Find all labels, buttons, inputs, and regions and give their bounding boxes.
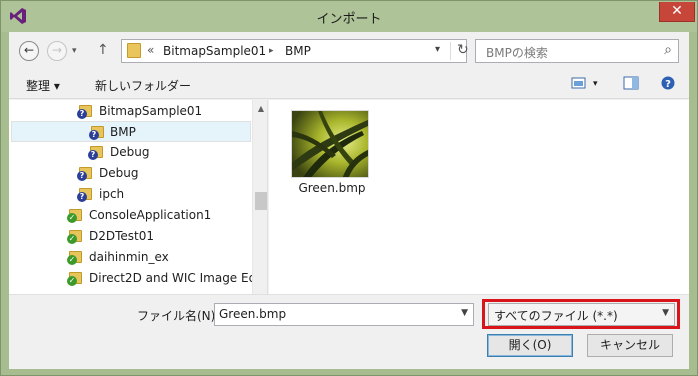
tree-item-label: ConsoleApplication1 <box>89 208 212 222</box>
back-button[interactable]: ← <box>19 41 39 61</box>
tree-item[interactable]: ✓ ConsoleApplication1 <box>67 205 252 226</box>
tree-item-label: ipch <box>99 187 125 201</box>
dialog-footer: ファイル名(N): Green.bmp ▼ すべてのファイル (*.*) ▼ 開… <box>9 294 689 369</box>
breadcrumb-item[interactable]: BMP <box>285 44 311 58</box>
tree-item-label: BitmapSample01 <box>99 104 203 118</box>
filetype-value: すべてのファイル (*.*) <box>494 309 618 323</box>
import-dialog: インポート ✕ ← → ▾ ↑ « BitmapSample01 ▸ BMP ▾… <box>0 0 698 376</box>
tree-item[interactable]: ? BitmapSample01 <box>77 101 252 122</box>
command-bar: 整理 ▾ 新しいフォルダー ▾ ? <box>9 69 689 99</box>
tree-item-label: daihinmin_ex <box>89 250 169 264</box>
tree-item[interactable]: ✓ D2DTest01 <box>67 226 252 247</box>
folder-question-icon: ? <box>88 145 104 160</box>
folder-synced-icon: ✓ <box>67 250 83 265</box>
forward-button[interactable]: → <box>47 41 67 61</box>
filename-input[interactable]: Green.bmp ▼ <box>214 303 474 326</box>
refresh-icon[interactable]: ↻ <box>450 42 469 60</box>
breadcrumb-separator-icon[interactable]: ▸ <box>269 46 274 56</box>
tree-item-label: Debug <box>99 166 139 180</box>
folder-question-icon: ? <box>89 125 105 140</box>
chevron-down-icon[interactable]: ▼ <box>662 308 669 318</box>
scroll-up-icon[interactable]: ▲ <box>253 101 267 117</box>
tree-item[interactable]: ✓ daihinmin_ex <box>67 247 252 268</box>
open-button[interactable]: 開く(O) <box>487 334 573 357</box>
folder-synced-icon: ✓ <box>67 208 83 223</box>
tree-item-label: Debug <box>110 145 150 159</box>
close-button[interactable]: ✕ <box>659 2 695 22</box>
folder-icon <box>127 43 141 58</box>
help-icon[interactable]: ? <box>660 76 676 90</box>
folder-question-icon: ? <box>77 104 93 119</box>
search-input[interactable]: BMPの検索 ⌕ <box>475 39 679 63</box>
address-bar[interactable]: « BitmapSample01 ▸ BMP ▾ ↻ <box>121 39 469 63</box>
folder-synced-icon: ✓ <box>67 271 83 286</box>
tree-item[interactable]: ✓ Direct2D and WIC Image Ed <box>67 268 252 289</box>
folder-question-icon: ? <box>77 166 93 181</box>
organize-menu[interactable]: 整理 ▾ <box>26 77 60 94</box>
new-folder-button[interactable]: 新しいフォルダー <box>95 77 191 94</box>
tree-item-label: BMP <box>110 125 136 139</box>
navigation-tree[interactable]: ? BitmapSample01 ? BMP ? Debug ? Debug ?… <box>9 100 268 294</box>
green-leaves-image <box>292 111 368 177</box>
dialog-client: ← → ▾ ↑ « BitmapSample01 ▸ BMP ▾ ↻ BMPの検… <box>9 32 689 369</box>
title-bar[interactable]: インポート ✕ <box>1 1 697 32</box>
cancel-button[interactable]: キャンセル <box>587 334 673 357</box>
search-icon[interactable]: ⌕ <box>664 42 672 58</box>
view-options-icon[interactable] <box>571 76 587 90</box>
tree-item-selected[interactable]: ? BMP <box>11 121 251 142</box>
filename-label: ファイル名(N): <box>137 309 220 323</box>
tree-item-label: D2DTest01 <box>89 229 155 243</box>
tree-scrollbar[interactable]: ▲ <box>252 100 267 294</box>
breadcrumb-item[interactable]: BitmapSample01 <box>163 44 266 58</box>
filename-value: Green.bmp <box>219 307 287 321</box>
tree-item[interactable]: ? ipch <box>77 184 247 205</box>
search-placeholder: BMPの検索 <box>486 46 548 60</box>
tree-item[interactable]: ? Debug <box>88 142 248 163</box>
chevron-down-icon[interactable]: ▼ <box>461 308 468 318</box>
filetype-select[interactable]: すべてのファイル (*.*) ▼ <box>488 303 675 326</box>
window-title: インポート <box>316 12 382 27</box>
preview-pane-icon[interactable] <box>623 76 639 90</box>
svg-text:?: ? <box>665 79 671 90</box>
scroll-thumb[interactable] <box>255 192 267 210</box>
view-options-chevron-icon[interactable]: ▾ <box>593 79 598 89</box>
breadcrumb-overflow[interactable]: « <box>147 43 154 57</box>
folder-question-icon: ? <box>77 187 93 202</box>
up-arrow-icon[interactable]: ↑ <box>97 42 109 58</box>
recent-locations-chevron-icon[interactable]: ▾ <box>72 46 77 56</box>
file-thumbnail[interactable] <box>291 110 369 178</box>
tree-item[interactable]: ? Debug <box>77 163 247 184</box>
folder-synced-icon: ✓ <box>67 229 83 244</box>
address-dropdown-icon[interactable]: ▾ <box>435 44 440 55</box>
file-name[interactable]: Green.bmp <box>293 181 371 195</box>
file-list[interactable]: Green.bmp <box>269 100 689 294</box>
tree-item-label: Direct2D and WIC Image Ed <box>89 271 252 285</box>
